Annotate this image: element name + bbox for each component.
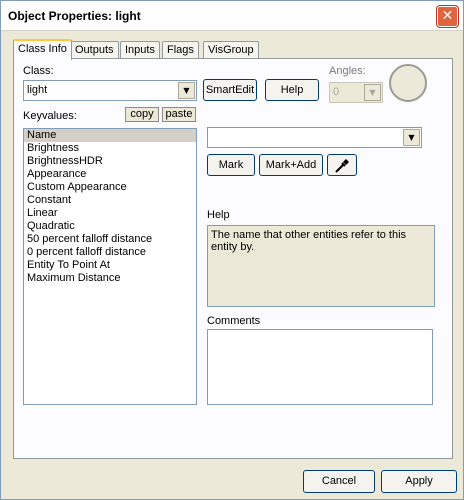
keyvalues-list[interactable]: Name Brightness BrightnessHDR Appearance… bbox=[23, 128, 197, 405]
help-text: The name that other entities refer to th… bbox=[211, 229, 407, 253]
list-item[interactable]: Maximum Distance bbox=[24, 272, 196, 285]
list-item[interactable]: Quadratic bbox=[24, 220, 196, 233]
list-item[interactable]: Appearance bbox=[24, 168, 196, 181]
chevron-down-icon[interactable]: ▼ bbox=[364, 84, 381, 101]
list-item[interactable]: 50 percent falloff distance bbox=[24, 233, 196, 246]
class-value: light bbox=[27, 84, 48, 96]
paste-button[interactable]: paste bbox=[162, 107, 196, 122]
list-item[interactable]: Entity To Point At bbox=[24, 259, 196, 272]
angles-label: Angles: bbox=[329, 65, 366, 77]
object-properties-window: Object Properties: light ✕ Class Info Ou… bbox=[0, 0, 464, 500]
smartedit-button[interactable]: SmartEdit bbox=[203, 79, 257, 101]
list-item[interactable]: Custom Appearance bbox=[24, 181, 196, 194]
chevron-down-icon[interactable]: ▼ bbox=[403, 129, 420, 146]
list-item[interactable]: BrightnessHDR bbox=[24, 155, 196, 168]
mark-add-button[interactable]: Mark+Add bbox=[259, 154, 323, 176]
tab-class-info[interactable]: Class Info bbox=[13, 39, 72, 60]
tab-visgroup[interactable]: VisGroup bbox=[203, 41, 259, 59]
list-item[interactable]: Name bbox=[24, 129, 196, 142]
help-text-box: The name that other entities refer to th… bbox=[207, 225, 435, 307]
keyvalue-value-combo[interactable]: ▼ bbox=[207, 127, 422, 148]
angles-combo[interactable]: 0 ▼ bbox=[329, 82, 383, 103]
eyedropper-icon bbox=[335, 159, 349, 173]
comments-field[interactable] bbox=[207, 329, 433, 405]
window-title: Object Properties: light bbox=[8, 9, 141, 23]
keyvalues-label: Keyvalues: bbox=[23, 110, 77, 122]
help-section-label: Help bbox=[207, 209, 230, 221]
class-label: Class: bbox=[23, 65, 54, 77]
tab-inputs[interactable]: Inputs bbox=[120, 41, 160, 59]
copy-button[interactable]: copy bbox=[125, 107, 159, 122]
help-button[interactable]: Help bbox=[265, 79, 319, 101]
close-icon: ✕ bbox=[441, 8, 454, 24]
eyedropper-button[interactable] bbox=[327, 154, 357, 176]
cancel-button[interactable]: Cancel bbox=[303, 470, 375, 493]
tab-outputs[interactable]: Outputs bbox=[70, 41, 119, 59]
angle-dial[interactable] bbox=[389, 64, 427, 102]
list-item[interactable]: Constant bbox=[24, 194, 196, 207]
chevron-down-icon[interactable]: ▼ bbox=[178, 82, 195, 99]
class-combo[interactable]: light ▼ bbox=[23, 80, 197, 101]
list-item[interactable]: 0 percent falloff distance bbox=[24, 246, 196, 259]
mark-button[interactable]: Mark bbox=[207, 154, 255, 176]
list-item[interactable]: Brightness bbox=[24, 142, 196, 155]
apply-button[interactable]: Apply bbox=[381, 470, 457, 493]
comments-label: Comments bbox=[207, 315, 261, 327]
close-button[interactable]: ✕ bbox=[437, 6, 458, 27]
tab-flags[interactable]: Flags bbox=[162, 41, 199, 59]
list-item[interactable]: Linear bbox=[24, 207, 196, 220]
title-bar[interactable]: Object Properties: light ✕ bbox=[1, 1, 463, 31]
angles-value: 0 bbox=[333, 86, 340, 98]
